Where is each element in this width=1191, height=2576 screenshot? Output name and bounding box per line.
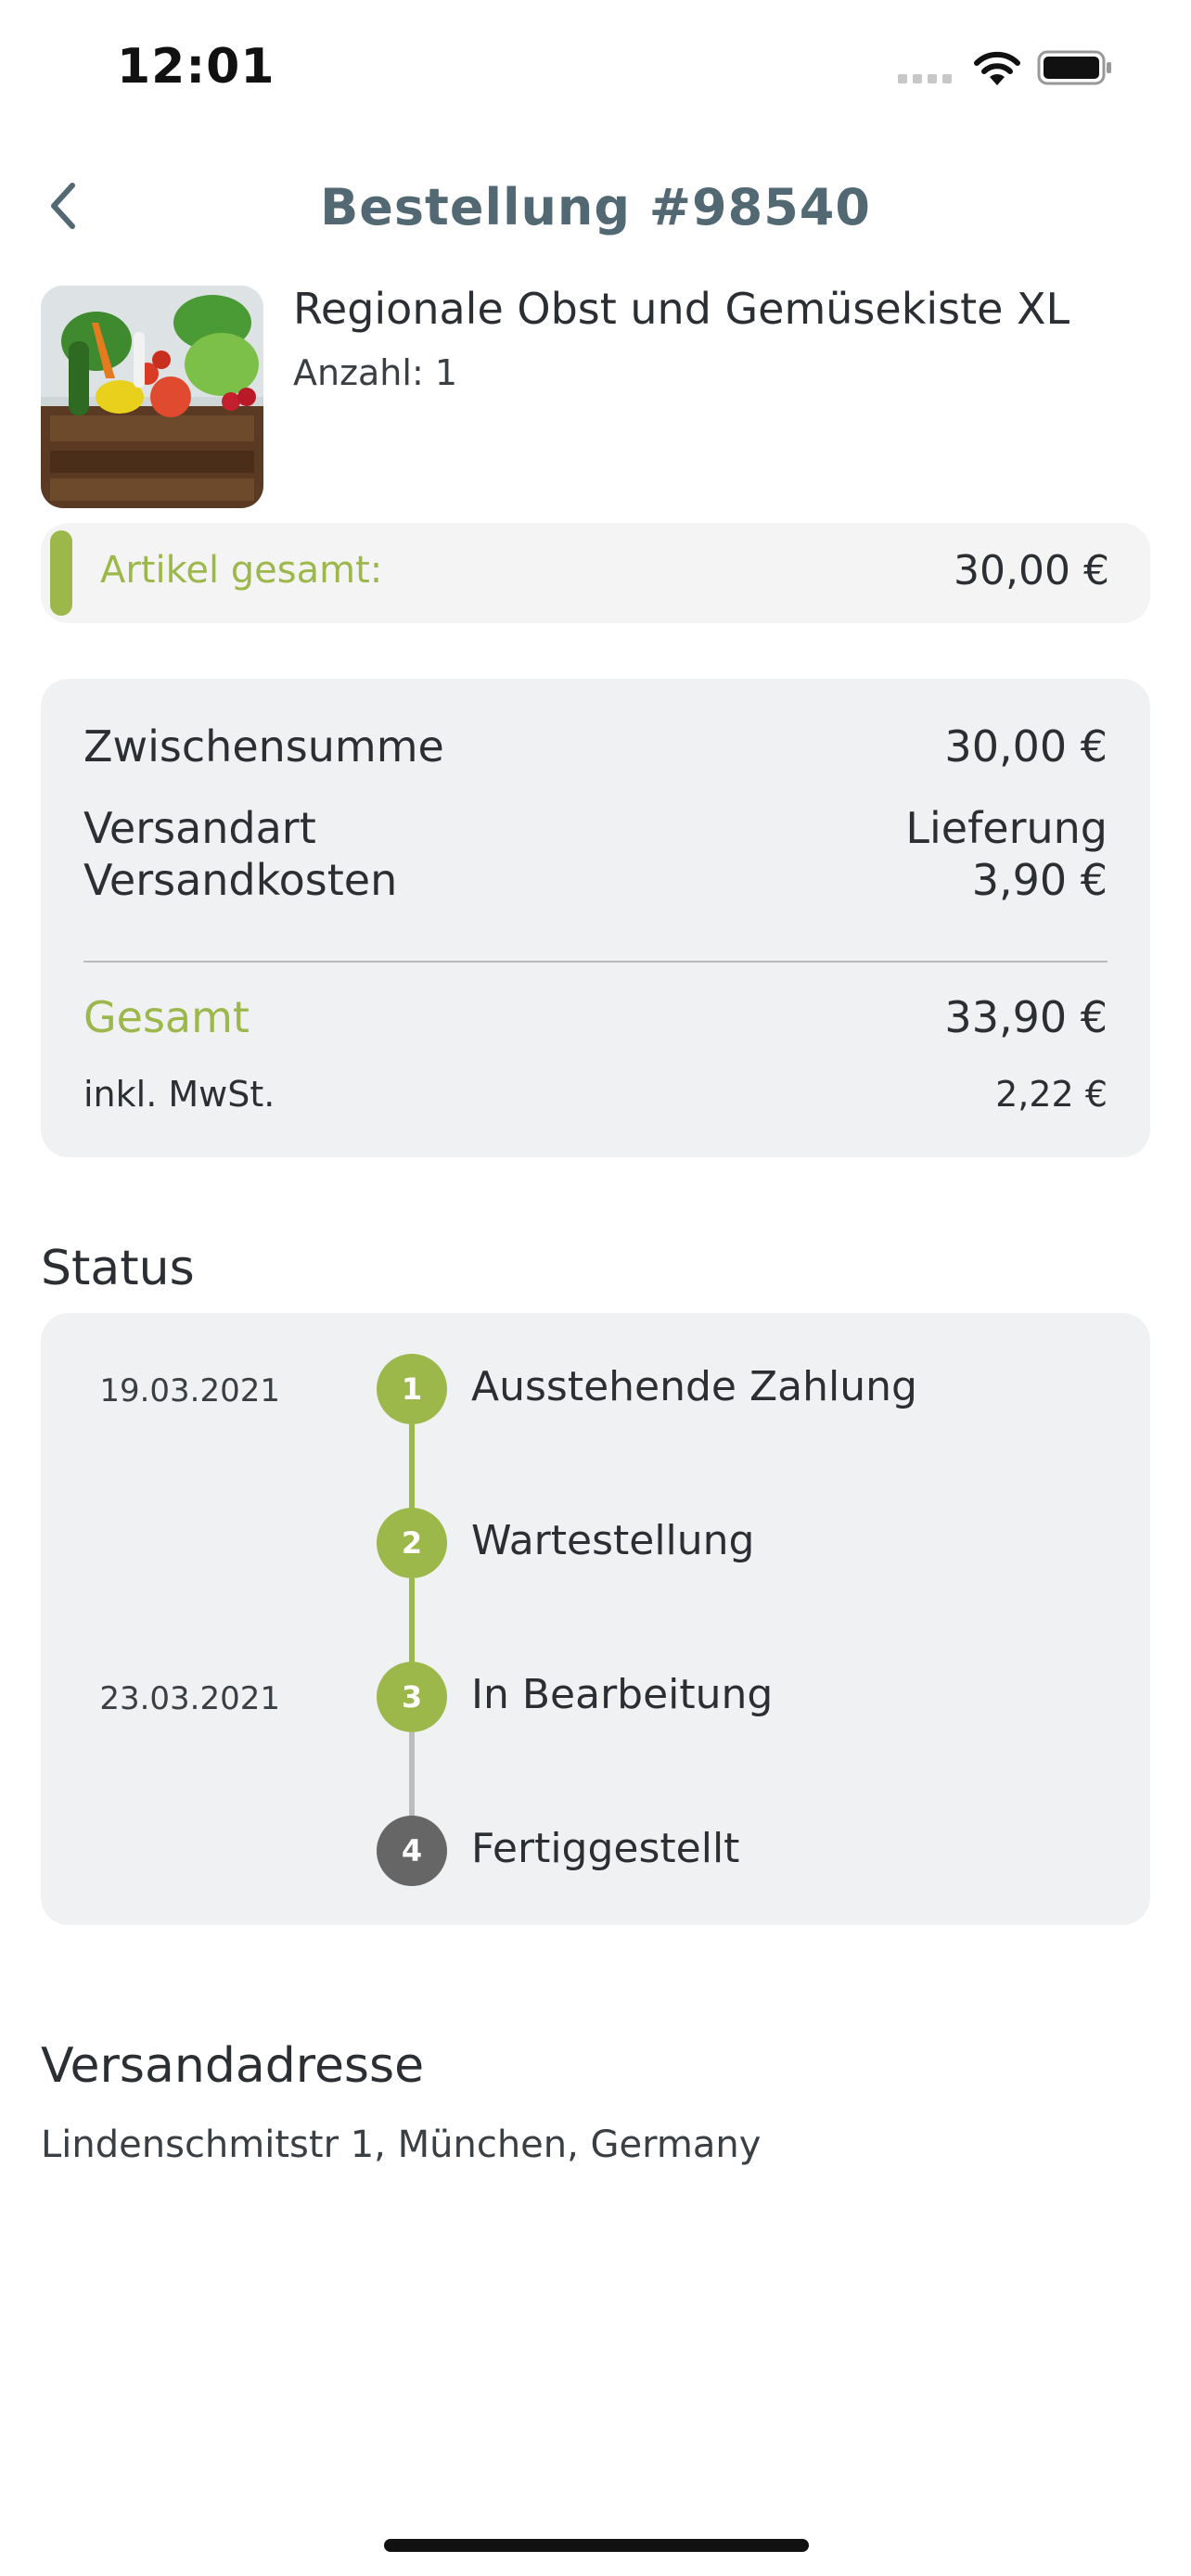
shipping-cost-value: 3,90 €: [971, 855, 1108, 905]
shipping-cost-label: Versandkosten: [83, 855, 398, 905]
subtotal-label: Zwischensumme: [83, 721, 444, 772]
shipping-method-label: Versandart: [83, 803, 316, 853]
product-quantity: Anzahl: 1: [293, 352, 458, 393]
home-indicator[interactable]: [384, 2539, 809, 2552]
status-step-date: 19.03.2021: [99, 1372, 280, 1409]
shipping-method-value: Lieferung: [905, 803, 1108, 853]
status-step-date: 23.03.2021: [99, 1680, 280, 1717]
vat-value: 2,22 €: [995, 1074, 1108, 1115]
subtotal-value: 30,00 €: [944, 721, 1108, 772]
vat-label: inkl. MwSt.: [83, 1074, 275, 1115]
status-step-label: Wartestellung: [471, 1517, 755, 1564]
cellular-signal-icon: [898, 74, 955, 85]
status-step-number: 1: [377, 1354, 447, 1424]
status-bar-time: 12:01: [117, 39, 275, 95]
summary-divider: [83, 961, 1108, 963]
shipping-address-text: Lindenschmitstr 1, München, Germany: [41, 2123, 762, 2166]
status-step-label: Fertiggestellt: [471, 1825, 740, 1872]
status-step-number: 4: [377, 1816, 447, 1886]
product-name: Regionale Obst und Gemüsekiste XL: [293, 284, 1070, 334]
article-total-accent: [50, 530, 72, 616]
status-step-label: Ausstehende Zahlung: [471, 1363, 917, 1410]
status-title: Status: [41, 1241, 195, 1296]
shipping-address-title: Versandadresse: [41, 2038, 425, 2094]
battery-icon: [1037, 50, 1113, 85]
wifi-icon: [972, 50, 1022, 87]
page-title: Bestellung #98540: [320, 178, 871, 236]
status-step-number: 2: [377, 1508, 447, 1578]
total-value: 33,90 €: [944, 992, 1108, 1042]
status-step-label: In Bearbeitung: [471, 1671, 774, 1718]
product-image: [41, 286, 263, 508]
article-total-label: Artikel gesamt:: [100, 549, 383, 592]
article-total-value: 30,00 €: [954, 547, 1109, 594]
status-step-number: 3: [377, 1662, 447, 1732]
total-label: Gesamt: [83, 992, 250, 1042]
